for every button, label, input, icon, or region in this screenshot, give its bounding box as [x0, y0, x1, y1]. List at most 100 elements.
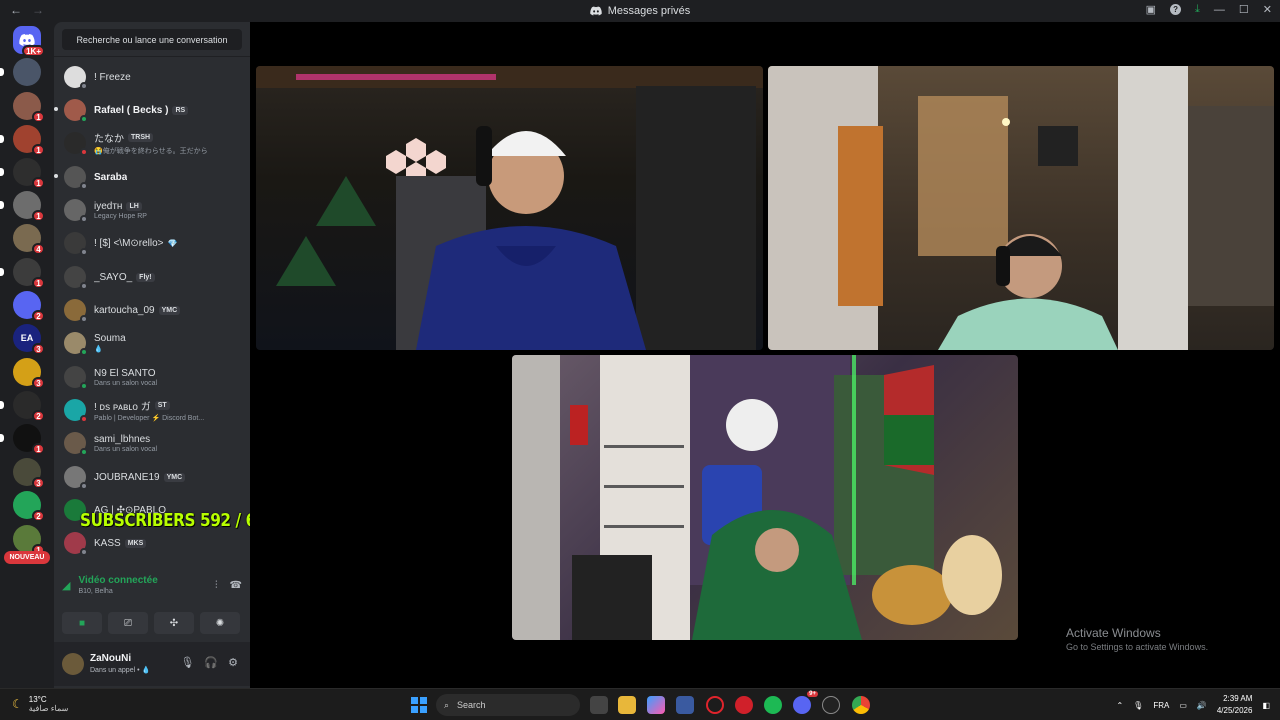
clock[interactable]: 2:39 AM 4/25/2026 [1217, 693, 1253, 717]
dm-name-row: N9 El SANTO [94, 368, 157, 379]
webcam-scene [256, 66, 763, 350]
server-icon[interactable]: 1 [0, 258, 45, 289]
status-dot [80, 415, 88, 423]
server-icon[interactable]: 1 [0, 424, 45, 455]
obs-icon[interactable] [822, 696, 840, 714]
new-unreads-pill[interactable]: NOUVEAU [4, 551, 50, 564]
server-icon[interactable]: 2 [0, 391, 45, 422]
voice-channel[interactable]: B10, Belha [78, 588, 157, 595]
gear-icon[interactable]: ⚙ [228, 656, 238, 669]
dm-item[interactable]: sami_lbhnes Dans un salon vocal [64, 428, 248, 458]
dm-item[interactable]: ! ᴅs ᴘᴀʙʟᴏ ガ ST Pablo | Developer ⚡ Discor… [64, 395, 248, 425]
opera-icon[interactable] [706, 696, 724, 714]
status-dot [80, 548, 88, 556]
server-badge: 1 [32, 443, 45, 455]
avatar[interactable] [62, 653, 84, 675]
screen-share-button[interactable]: ⎚ [108, 612, 148, 634]
status-dot [80, 382, 88, 390]
camera-button[interactable]: ■ [62, 612, 102, 634]
dm-item[interactable]: Saraba [54, 162, 248, 192]
server-icon[interactable]: EA 3 [13, 324, 45, 355]
watermark-title: Activate Windows [1066, 626, 1161, 640]
guild-tag: Fly! [136, 272, 155, 282]
dm-name: N9 El SANTO [94, 367, 156, 379]
dm-item[interactable]: _SAYO_ Fly! [64, 262, 248, 292]
noise-suppression-icon[interactable]: ⫶ [215, 580, 218, 591]
server-icon[interactable]: 1 [0, 158, 45, 189]
discord-taskbar-badge: 9+ [807, 691, 818, 697]
server-icon[interactable]: 1 [0, 191, 45, 222]
guild-tag: LH [126, 201, 142, 211]
server-icon[interactable]: 2 [13, 291, 45, 322]
microphone-icon[interactable]: 🎙 [180, 656, 194, 669]
help-icon[interactable]: ? [1170, 4, 1182, 15]
download-icon[interactable]: ⤓ [1195, 3, 1200, 16]
store-icon[interactable] [676, 696, 694, 714]
task-view-icon[interactable] [590, 696, 608, 714]
avatar [64, 166, 88, 190]
spotify-icon[interactable] [764, 696, 782, 714]
close-icon[interactable]: ✕ [1263, 3, 1272, 16]
divider [54, 56, 250, 57]
dm-item[interactable]: ! [$] <\M⊙rello> 💎 [64, 228, 248, 258]
copilot-icon[interactable] [647, 696, 665, 714]
username[interactable]: ZaNouNi [90, 653, 131, 664]
video-tile[interactable] [768, 66, 1274, 350]
dm-item[interactable]: N9 El SANTO Dans un salon vocal [64, 362, 248, 392]
signal-icon: ◢ [62, 579, 71, 592]
server-icon[interactable]: 3 [13, 458, 45, 489]
avatar [64, 466, 88, 490]
dm-name-row: Rafael ( Becks ) RS [94, 104, 189, 116]
windows-start-icon[interactable] [410, 696, 428, 714]
weather-widget[interactable]: ☾ 13°C سماء صافية [12, 695, 68, 713]
network-icon[interactable]: ▭ [1179, 701, 1187, 710]
server-icon[interactable] [0, 58, 41, 86]
dm-name: ! ᴅs ᴘᴀʙʟᴏ ガ [94, 402, 151, 413]
avatar [64, 299, 88, 323]
soundboard-button[interactable]: ✺ [200, 612, 240, 634]
activities-button[interactable]: ✣ [154, 612, 194, 634]
maximize-icon[interactable]: ☐ [1239, 3, 1249, 16]
voice-status[interactable]: Vidéo connectée [78, 575, 157, 586]
dm-item[interactable]: KASS MKS [64, 528, 248, 558]
avatar [64, 332, 88, 356]
server-icon[interactable]: 1 [13, 525, 45, 556]
disconnect-icon[interactable]: ☎ [230, 580, 242, 591]
dm-item[interactable]: Rafael ( Becks ) RS [54, 95, 248, 125]
minimize-icon[interactable]: — [1214, 4, 1225, 16]
inbox-icon[interactable]: ▣ [1146, 3, 1156, 16]
video-tile[interactable] [512, 355, 1018, 640]
server-icon[interactable]: 2 [13, 491, 45, 522]
server-icon[interactable]: 1 [13, 92, 45, 123]
microphone-icon[interactable]: 🎙 [1133, 701, 1143, 710]
app-icon[interactable] [735, 696, 753, 714]
dm-item[interactable]: kartoucha_09 YMC [64, 295, 248, 325]
dm-item[interactable]: たなか TRSH 😭俺が戦争を終わらせる。王だから [64, 128, 248, 158]
taskbar-search[interactable]: ⌕ Search [436, 694, 580, 716]
video-tile[interactable] [256, 66, 763, 350]
dm-name: Rafael ( Becks ) [94, 104, 169, 116]
server-home[interactable]: 1K+ [13, 26, 45, 57]
unread-dot [54, 107, 58, 111]
notification-icon[interactable]: ◧ [1262, 701, 1270, 710]
dm-item[interactable]: Souma 💧 [64, 328, 248, 358]
chrome-icon[interactable] [852, 696, 870, 714]
dm-item[interactable]: ! Freeze [64, 62, 248, 92]
clock-time: 2:39 AM [1223, 694, 1253, 703]
dm-status: 😭俺が戦争を終わらせる。王だから [94, 148, 208, 155]
server-icon[interactable]: 3 [13, 358, 45, 389]
server-icon[interactable]: 4 [13, 224, 45, 255]
volume-icon[interactable]: 🔊 [1197, 701, 1207, 710]
file-explorer-icon[interactable] [618, 696, 636, 714]
chevron-up-icon[interactable]: ⌃ [1116, 701, 1123, 710]
dm-item[interactable]: JOUBRANE19 YMC [64, 462, 248, 492]
language-indicator[interactable]: FRA [1153, 701, 1169, 710]
search-button[interactable]: Recherche ou lance une conversation [62, 29, 242, 50]
discord-app-icon[interactable]: 9+ [793, 691, 818, 714]
user-panel: ZaNouNi Dans un appel • 💧 🎙 🎧 ⚙ [54, 642, 250, 686]
headphones-icon[interactable]: 🎧 [204, 656, 218, 669]
guild-tag: TRSH [128, 133, 154, 142]
dm-item[interactable]: iyedтн LH Legacy Hope RP [64, 195, 248, 225]
avatar [64, 366, 88, 390]
server-icon[interactable]: 1 [0, 125, 45, 156]
